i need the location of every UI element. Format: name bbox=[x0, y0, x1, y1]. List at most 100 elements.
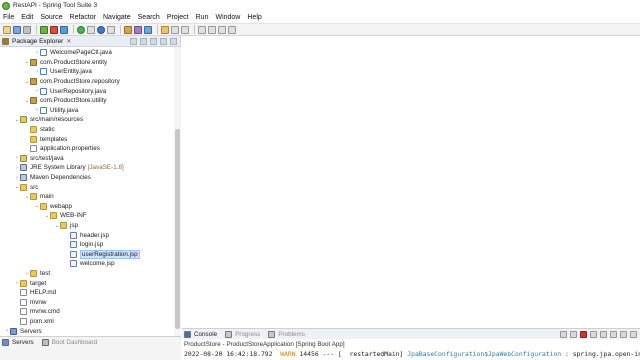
tree-item[interactable]: › Utility.java bbox=[34, 106, 78, 116]
stop-icon[interactable] bbox=[50, 25, 58, 34]
tree-item[interactable]: ⌄ src bbox=[14, 182, 38, 192]
tree-item[interactable]: static bbox=[24, 125, 55, 135]
tree-item[interactable]: › src/test/java bbox=[14, 154, 64, 164]
tree-item[interactable]: templates bbox=[24, 134, 67, 144]
save-all-icon[interactable] bbox=[23, 25, 31, 34]
folder-icon bbox=[50, 212, 57, 220]
clear-console-icon[interactable] bbox=[560, 330, 567, 338]
display-console-icon[interactable] bbox=[610, 330, 617, 338]
tree-item[interactable]: › Maven Dependencies bbox=[14, 173, 91, 183]
menu-file[interactable]: File bbox=[3, 14, 14, 21]
new-package-icon[interactable] bbox=[134, 25, 142, 34]
collapse-all-icon[interactable] bbox=[130, 37, 137, 45]
folder-icon bbox=[30, 126, 37, 134]
remove-launch-icon[interactable] bbox=[590, 330, 597, 338]
console-toolbar bbox=[557, 330, 640, 338]
pin-console-icon[interactable] bbox=[600, 330, 607, 338]
new-java-project-icon[interactable] bbox=[124, 25, 132, 34]
vertical-scrollbar[interactable] bbox=[174, 47, 181, 336]
minimize-icon[interactable] bbox=[620, 330, 627, 338]
tree-item[interactable]: userRegistration.jsp bbox=[64, 249, 140, 260]
close-icon[interactable]: ✕ bbox=[66, 38, 71, 45]
toggle-mark-occurrences-icon[interactable] bbox=[181, 25, 189, 34]
tree-item[interactable]: ⌄ com.ProductStore.utility bbox=[24, 96, 107, 106]
debug-run-icon[interactable] bbox=[97, 25, 105, 34]
debug-icon[interactable] bbox=[60, 25, 68, 34]
run-icon[interactable] bbox=[77, 25, 85, 34]
new-class-icon[interactable] bbox=[144, 25, 152, 34]
tree-item[interactable]: › JRE System Library [JavaSE-1.8] bbox=[14, 163, 124, 173]
search-icon[interactable] bbox=[171, 25, 179, 34]
tree-item[interactable]: application.properties bbox=[24, 144, 100, 154]
menu-project[interactable]: Project bbox=[167, 14, 189, 21]
progress-icon bbox=[225, 330, 233, 338]
tree-item[interactable]: › test bbox=[24, 269, 50, 279]
editor-area[interactable] bbox=[182, 36, 640, 328]
link-with-editor-icon[interactable] bbox=[140, 37, 147, 45]
menu-navigate[interactable]: Navigate bbox=[103, 14, 131, 21]
tree-item[interactable]: › target bbox=[14, 278, 46, 288]
tree-item[interactable]: ⌄ com.ProductStore.repository bbox=[24, 77, 120, 87]
package-explorer-tab[interactable]: Package Explorer ✕ bbox=[0, 36, 180, 47]
run-dropdown-icon[interactable] bbox=[87, 25, 95, 34]
tab-console[interactable]: Console bbox=[184, 330, 217, 338]
tree-item[interactable]: ⌄ WEB-INF bbox=[44, 211, 87, 221]
console-launch-description: ProductStore - ProductStoreApplication [… bbox=[184, 340, 345, 348]
tab-boot-dashboard[interactable]: Boot Dashboard bbox=[41, 339, 97, 346]
tree-item[interactable]: HELP.md bbox=[14, 288, 56, 298]
jsp-file-icon bbox=[70, 250, 77, 258]
menu-window[interactable]: Window bbox=[215, 14, 240, 21]
project-tree[interactable]: › WelcomePageCtl.java ⌄ com.ProductStore.en… bbox=[0, 47, 174, 336]
tab-servers[interactable]: Servers bbox=[2, 339, 34, 346]
tree-item-label: com.ProductStore.utility bbox=[40, 97, 107, 105]
tree-item[interactable]: › WelcomePageCtl.java bbox=[34, 48, 112, 58]
next-annotation-icon[interactable] bbox=[198, 25, 206, 34]
menu-refactor[interactable]: Refactor bbox=[70, 14, 96, 21]
boot-icon[interactable] bbox=[40, 25, 48, 34]
tree-item[interactable]: mvnw.cmd bbox=[14, 307, 60, 317]
scroll-lock-icon[interactable] bbox=[570, 330, 577, 338]
maximize-icon[interactable] bbox=[170, 37, 177, 45]
previous-annotation-icon[interactable] bbox=[208, 25, 216, 34]
tree-item[interactable]: › Servers bbox=[4, 326, 42, 336]
view-menu-icon[interactable] bbox=[150, 37, 157, 45]
menu-search[interactable]: Search bbox=[138, 14, 160, 21]
package-icon bbox=[30, 58, 37, 66]
menu-source[interactable]: Source bbox=[40, 14, 62, 21]
tree-item[interactable]: login.jsp bbox=[64, 240, 103, 250]
tab-problems[interactable]: Problems bbox=[268, 330, 305, 338]
back-icon[interactable] bbox=[218, 25, 226, 34]
servers-icon bbox=[2, 339, 9, 346]
tree-item-label: src/main/resources bbox=[30, 116, 84, 124]
menu-bar: File Edit Source Refactor Navigate Search Proj… bbox=[0, 11, 640, 23]
tree-item[interactable]: › UserRepository.java bbox=[34, 86, 106, 96]
toolbar-separator bbox=[157, 25, 158, 34]
menu-help[interactable]: Help bbox=[247, 14, 261, 21]
tree-item[interactable]: ⌄ main bbox=[24, 192, 54, 202]
maximize-icon[interactable] bbox=[630, 330, 637, 338]
package-explorer-title: Package Explorer bbox=[12, 37, 64, 45]
tree-item[interactable]: mvnw bbox=[14, 298, 46, 308]
package-icon bbox=[30, 78, 37, 86]
terminate-icon[interactable] bbox=[580, 330, 587, 338]
menu-run[interactable]: Run bbox=[196, 14, 209, 21]
menu-edit[interactable]: Edit bbox=[21, 14, 33, 21]
tree-item[interactable]: welcome.jsp bbox=[64, 259, 115, 269]
tree-item-label: Servers bbox=[20, 327, 42, 335]
new-icon[interactable] bbox=[3, 25, 11, 34]
tree-item[interactable]: ⌄ src/main/resources bbox=[14, 115, 83, 125]
save-icon[interactable] bbox=[13, 25, 21, 34]
tree-item[interactable]: pom.xml bbox=[14, 317, 54, 327]
minimize-icon[interactable] bbox=[160, 37, 167, 45]
tab-progress[interactable]: Progress bbox=[225, 330, 261, 338]
tree-item[interactable]: ⌄ com.ProductStore.entity bbox=[24, 58, 107, 68]
open-type-icon[interactable] bbox=[161, 25, 169, 34]
tab-label: Progress bbox=[235, 330, 261, 338]
tree-item[interactable]: header.jsp bbox=[64, 230, 109, 240]
tree-item[interactable]: ⌄ webapp bbox=[34, 202, 72, 212]
forward-icon[interactable] bbox=[228, 25, 236, 34]
tree-item[interactable]: ⌄ jsp bbox=[54, 221, 78, 231]
external-tools-icon[interactable] bbox=[107, 25, 115, 34]
tree-item[interactable]: › UserEntity.java bbox=[34, 67, 92, 77]
scrollbar-thumb[interactable] bbox=[175, 129, 180, 329]
